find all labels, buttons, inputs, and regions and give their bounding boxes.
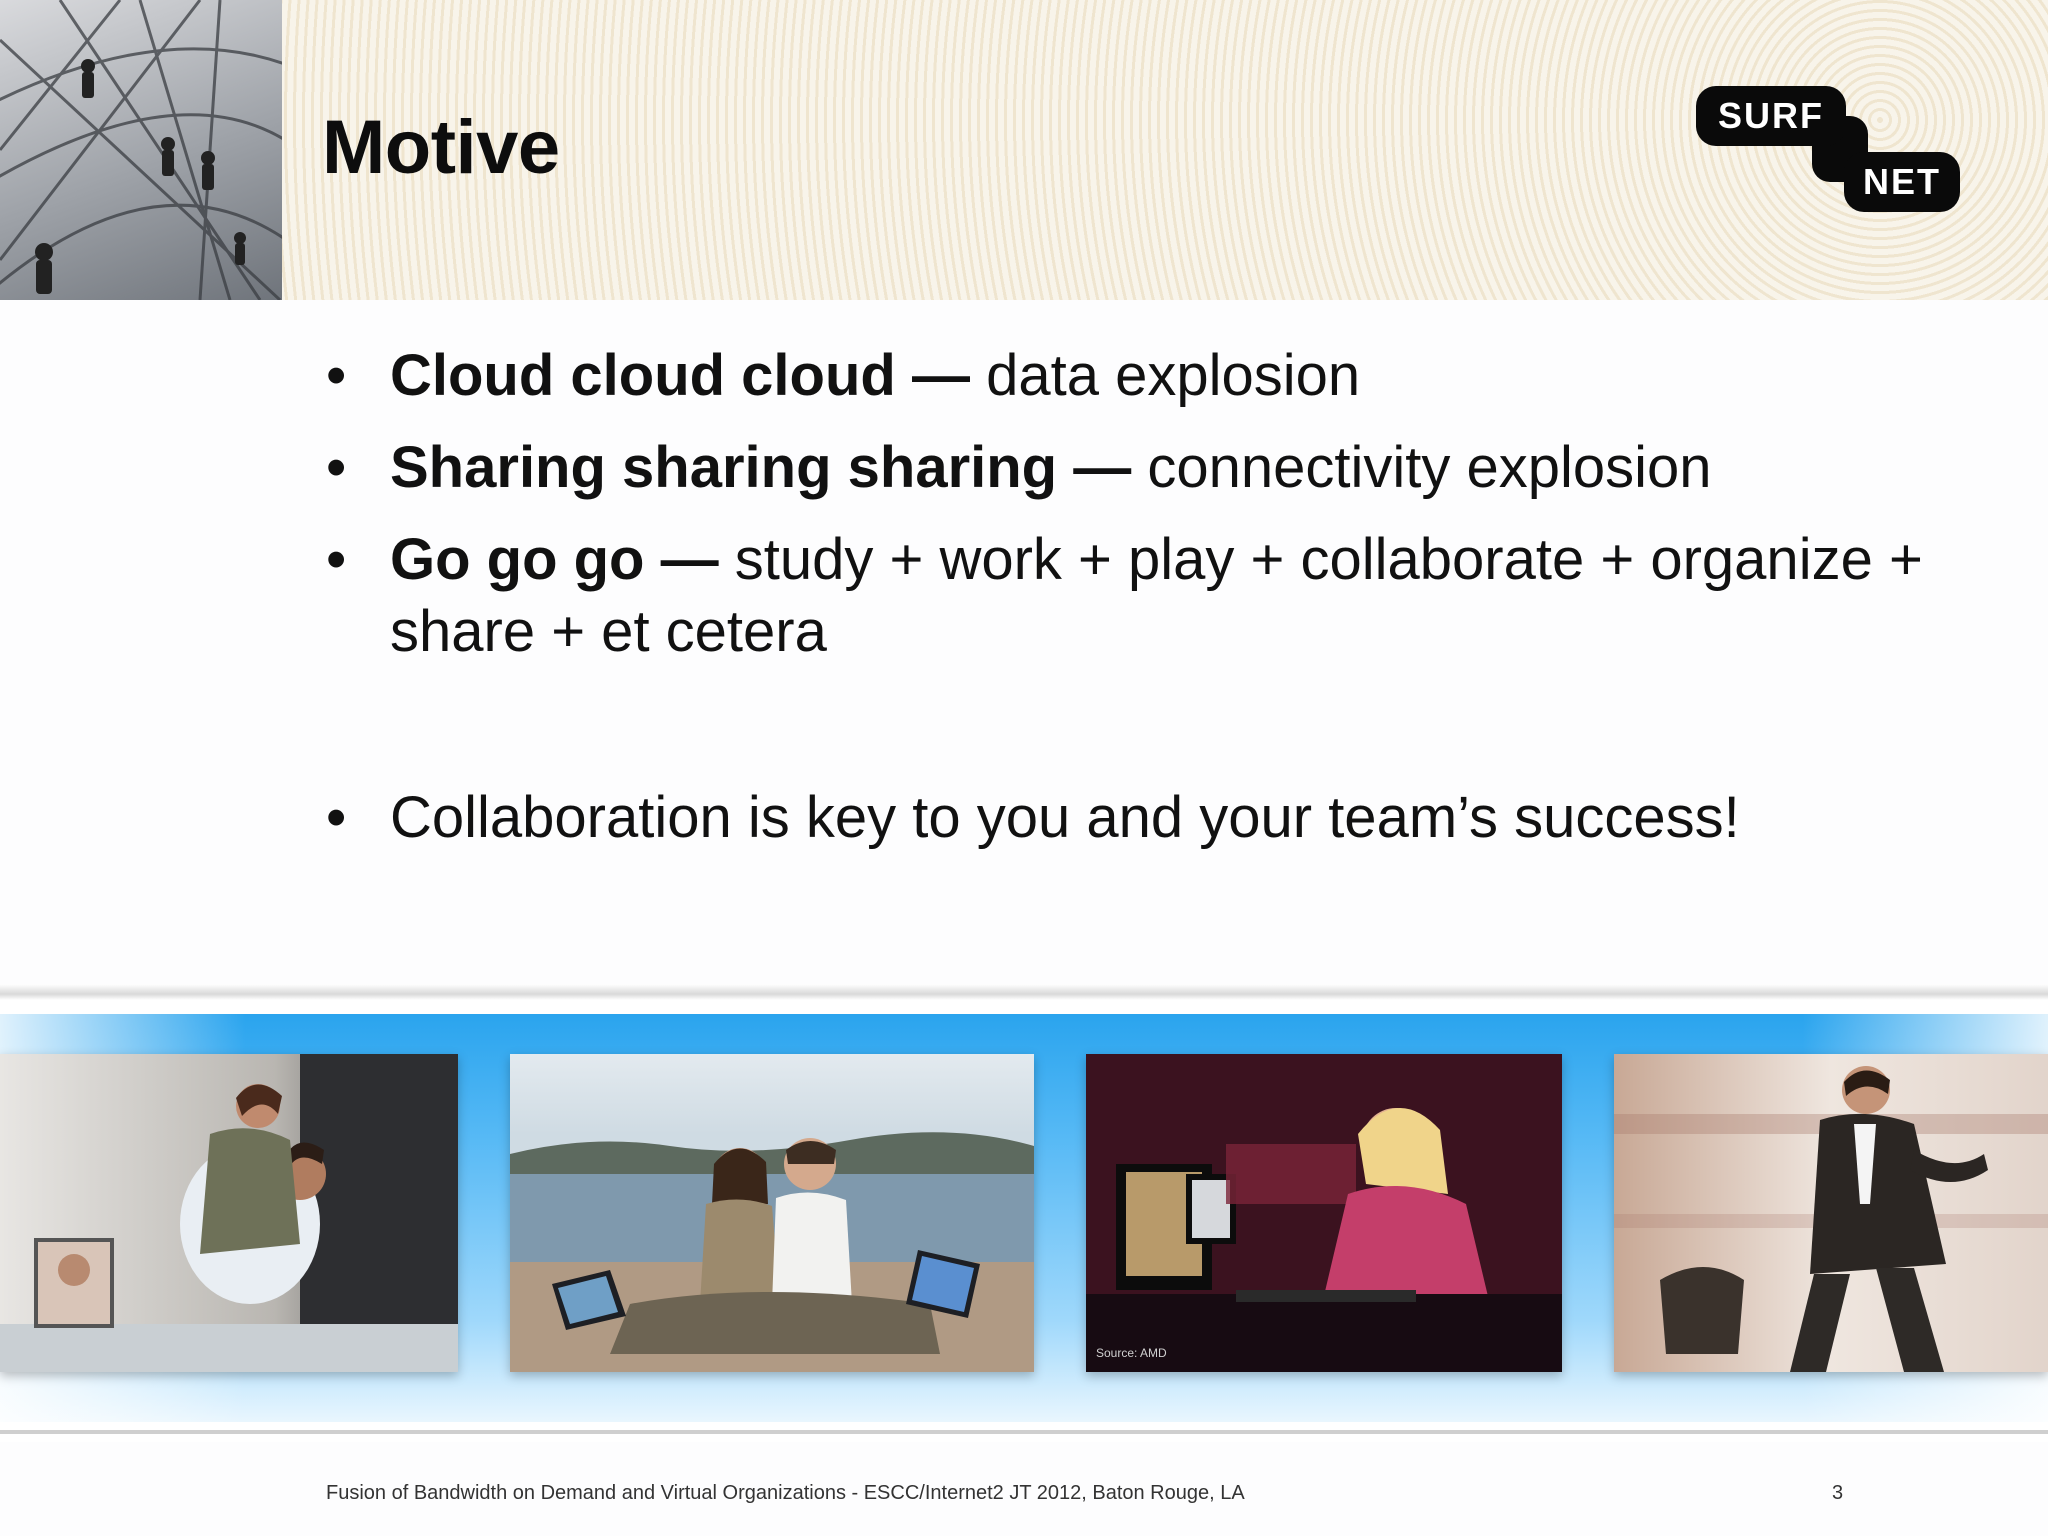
bullet-item: • Cloud cloud cloud — data explosion: [326, 340, 1966, 412]
logo-text-net: NET: [1844, 152, 1960, 212]
page-number: 3: [1832, 1482, 1844, 1504]
photo-source-caption: Source: AMD: [1096, 1346, 1167, 1360]
photo-gaming: Source: AMD: [1086, 1054, 1562, 1372]
bullet-glyph: •: [326, 343, 347, 408]
photo-strip-divider: [0, 1430, 2048, 1434]
slide: Motive SURF NET • Cloud cloud cloud — da…: [0, 0, 2048, 1536]
bullet-item: • Collaboration is key to you and your t…: [326, 782, 1966, 854]
slide-title: Motive: [322, 105, 560, 190]
slide-header: Motive SURF NET: [0, 0, 2048, 300]
bullet-item: • Sharing sharing sharing — connectivity…: [326, 432, 1966, 504]
bullet-lead: Sharing sharing sharing —: [390, 435, 1132, 500]
photo-laptops-on-beach: [510, 1054, 1034, 1372]
photo-office-video-call: [0, 1054, 458, 1372]
bullet-text: data explosion: [969, 343, 1361, 408]
bullet-list: • Cloud cloud cloud — data explosion • S…: [326, 340, 1966, 874]
bullet-text: connectivity explosion: [1131, 435, 1712, 500]
bullet-glyph: •: [326, 435, 347, 500]
photo-businessman-walking: [1614, 1054, 2048, 1372]
bullet-lead: Go go go —: [390, 527, 719, 592]
bullet-text: Collaboration is key to you and your tea…: [390, 785, 1740, 850]
surfnet-logo: SURF NET: [1692, 86, 1972, 216]
bullet-item: • Go go go — study + work + play + colla…: [326, 524, 1966, 668]
logo-text-surf: SURF: [1696, 86, 1846, 146]
slide-footer-text: Fusion of Bandwidth on Demand and Virtua…: [326, 1482, 1245, 1504]
header-photo-dome: [0, 0, 282, 300]
bullet-lead: Cloud cloud cloud —: [390, 343, 970, 408]
photo-strip: Source: AMD: [0, 984, 2048, 1442]
bullet-glyph: •: [326, 785, 347, 850]
bullet-glyph: •: [326, 527, 347, 592]
